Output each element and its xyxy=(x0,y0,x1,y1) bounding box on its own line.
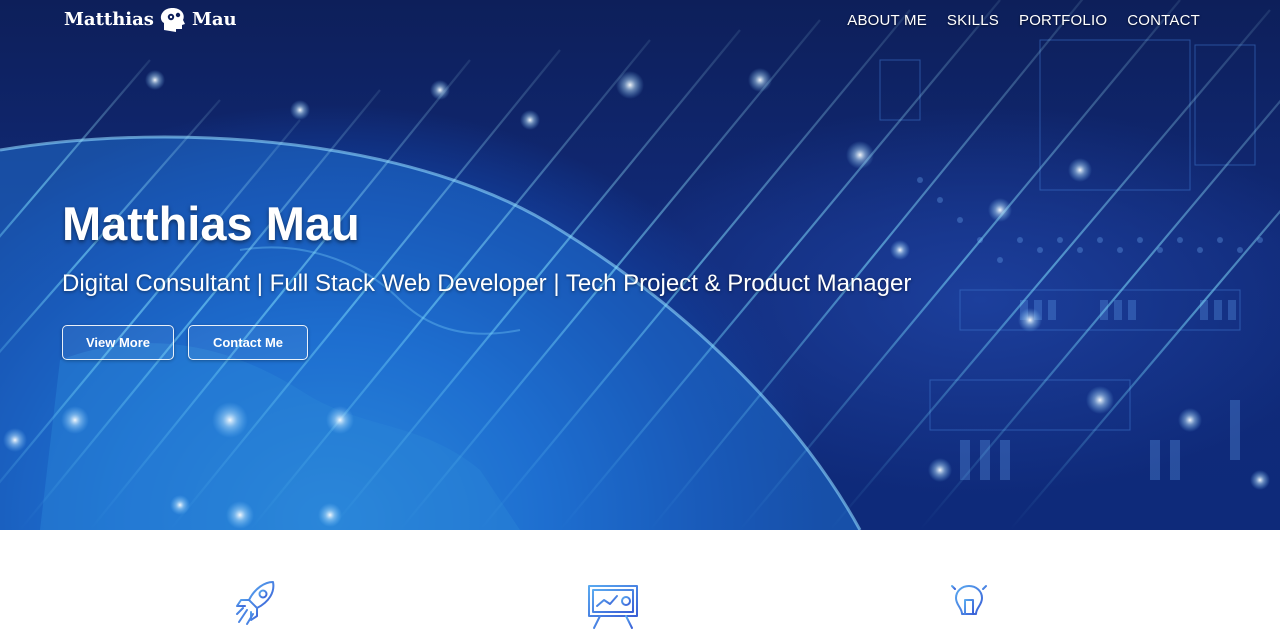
nav-skills[interactable]: SKILLS xyxy=(947,12,999,29)
nav-portfolio[interactable]: PORTFOLIO xyxy=(1019,12,1107,29)
brand-name-left: Matthias xyxy=(64,8,154,30)
top-navigation: Matthias Mau ABOUT ME SKILLS PORTFOLIO C… xyxy=(0,0,1280,44)
presentation-board-icon xyxy=(588,579,638,629)
nav-about-me[interactable]: ABOUT ME xyxy=(847,12,927,29)
contact-me-button[interactable]: Contact Me xyxy=(188,325,308,360)
view-more-button[interactable]: View More xyxy=(62,325,174,360)
hero-title: Matthias Mau xyxy=(62,197,360,250)
brand-name-right: Mau xyxy=(191,8,237,30)
main-menu: ABOUT ME SKILLS PORTFOLIO CONTACT xyxy=(847,12,1200,29)
head-gears-icon xyxy=(160,8,185,32)
lightbulb-icon xyxy=(946,578,992,627)
brand-logo[interactable]: Matthias Mau xyxy=(64,6,237,32)
hero-section: Matthias Mau ABOUT ME SKILLS PORTFOLIO C… xyxy=(0,0,1280,530)
hero-subtitle: Digital Consultant | Full Stack Web Deve… xyxy=(62,270,912,297)
hero-background-image xyxy=(0,0,1280,530)
nav-contact[interactable]: CONTACT xyxy=(1127,12,1200,29)
features-section xyxy=(0,530,1280,640)
rocket-icon xyxy=(236,581,275,625)
